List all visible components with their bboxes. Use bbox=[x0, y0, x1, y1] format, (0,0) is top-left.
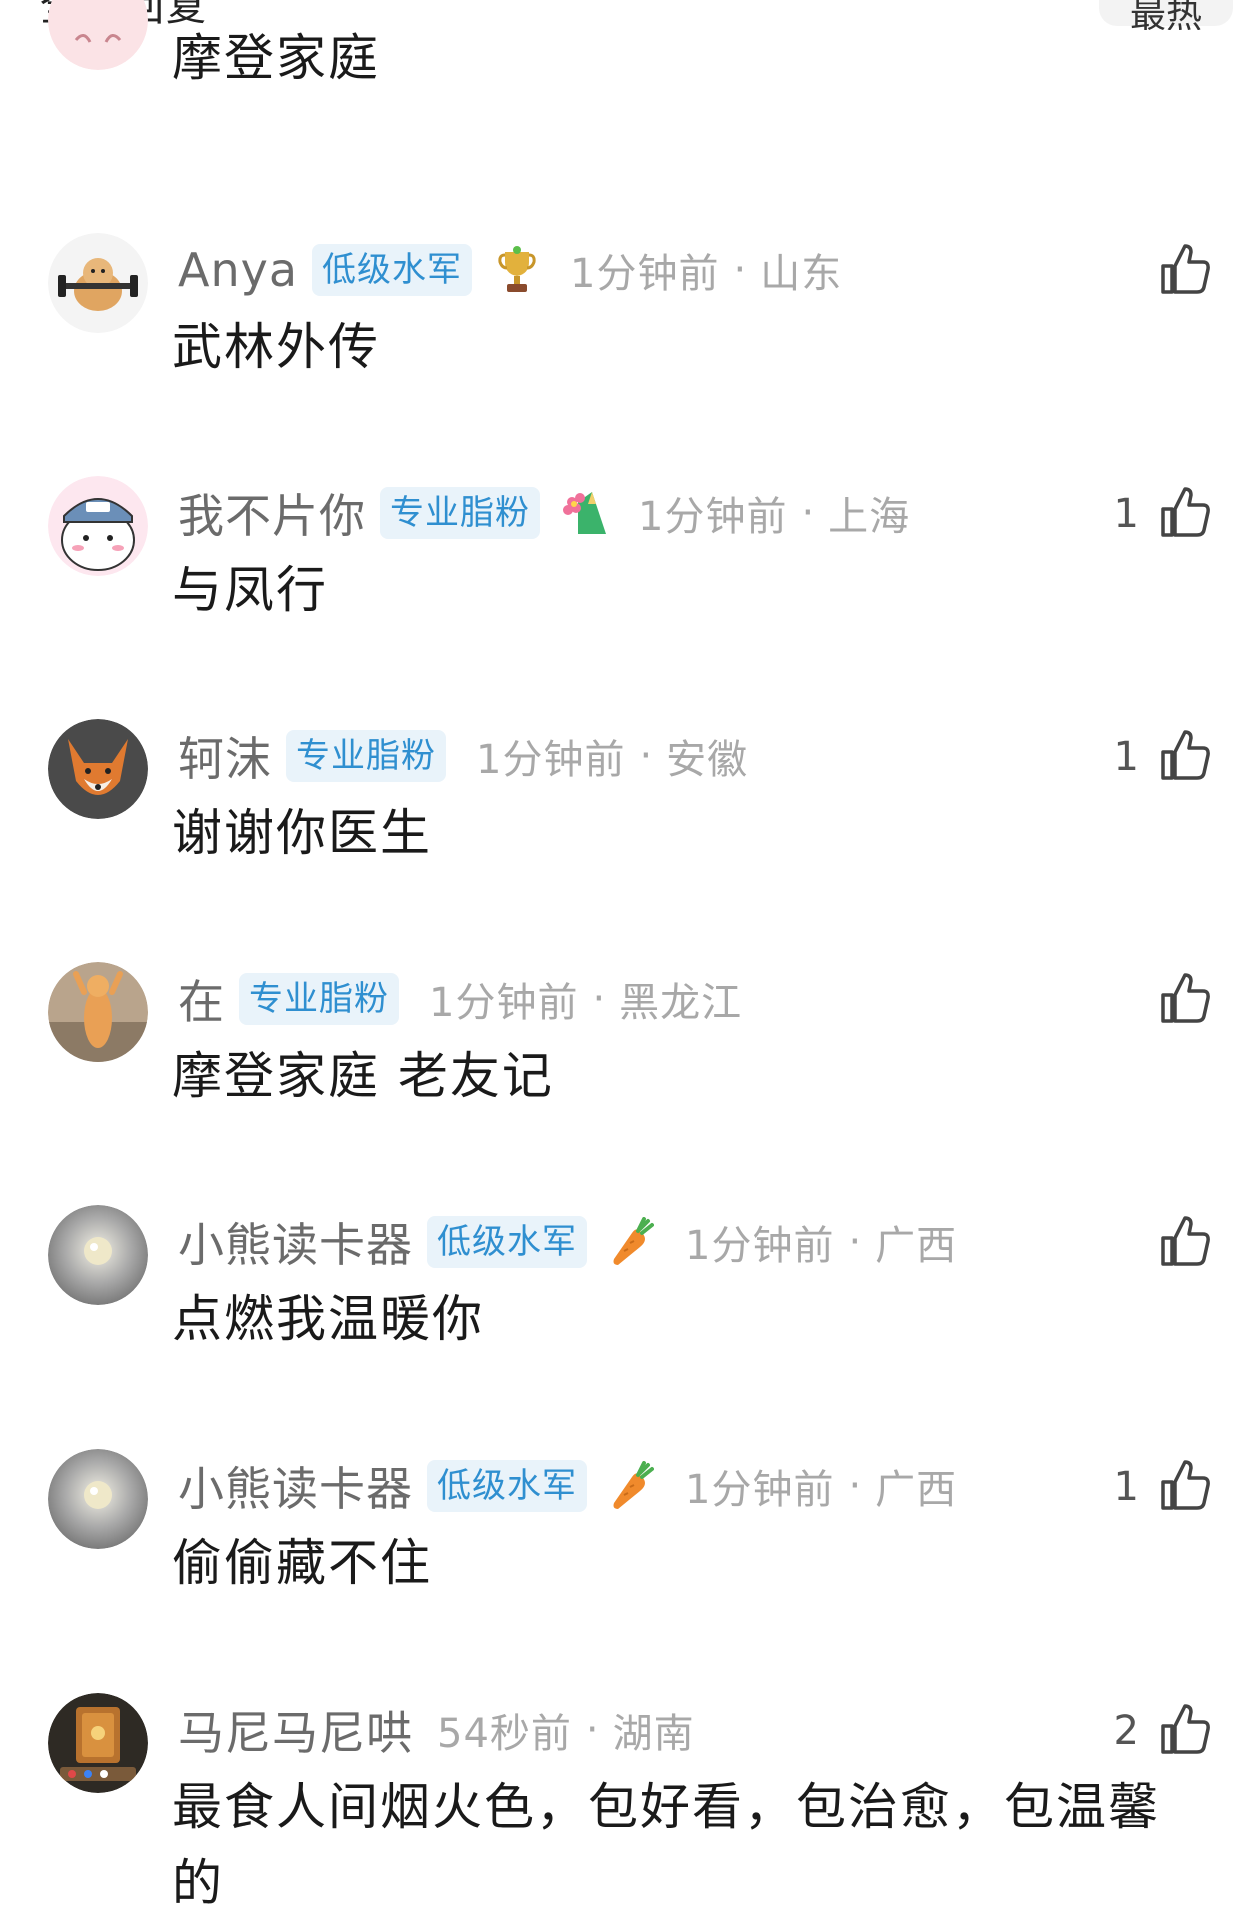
comment-content: 与凤行 bbox=[172, 561, 328, 619]
comment-item: 摩登家庭 bbox=[0, 0, 1259, 150]
location: 黑龙江 bbox=[619, 980, 743, 1026]
carrot-icon bbox=[609, 1460, 655, 1512]
user-badge: 专业脂粉 bbox=[286, 730, 446, 782]
comment-item: 我不片你 专业脂粉 1分钟前 · 上海 1 与凤行 bbox=[0, 476, 1259, 676]
comment-meta: 在 专业脂粉 1分钟前 · 黑龙江 bbox=[178, 968, 742, 1030]
thumbs-up-icon bbox=[1159, 728, 1211, 786]
avatar[interactable] bbox=[48, 0, 148, 70]
thumbs-up-icon bbox=[1159, 971, 1211, 1029]
username[interactable]: 小熊读卡器 bbox=[178, 1453, 413, 1519]
like-count: 2 bbox=[1113, 1708, 1139, 1754]
username[interactable]: 马尼马尼哄 bbox=[178, 1697, 413, 1763]
user-badge: 专业脂粉 bbox=[239, 973, 399, 1025]
comment-meta: 轲沫 专业脂粉 1分钟前 · 安徽 bbox=[178, 725, 748, 787]
carrot-icon bbox=[609, 1216, 655, 1268]
username[interactable]: 我不片你 bbox=[178, 480, 366, 546]
thumbs-up-icon bbox=[1159, 1458, 1211, 1516]
location: 山东 bbox=[760, 251, 843, 297]
thumbs-up-icon bbox=[1159, 485, 1211, 543]
thumbs-up-icon bbox=[1159, 1702, 1211, 1760]
comment-item: 小熊读卡器 低级水军 1分钟前 · 广西 点燃我温暖你 bbox=[0, 1205, 1259, 1405]
like-button[interactable] bbox=[1139, 1215, 1211, 1271]
avatar[interactable] bbox=[48, 1693, 148, 1793]
thumbs-up-icon bbox=[1159, 1214, 1211, 1272]
comment-item: 轲沫 专业脂粉 1分钟前 · 安徽 1 谢谢你医生 bbox=[0, 719, 1259, 919]
flower-pencil-icon bbox=[562, 487, 608, 539]
username[interactable]: 小熊读卡器 bbox=[178, 1209, 413, 1275]
username[interactable]: Anya bbox=[178, 243, 298, 297]
timestamp: 1分钟前 bbox=[638, 494, 788, 540]
avatar[interactable] bbox=[48, 719, 148, 819]
comment-item: 马尼马尼哄 54秒前 · 湖南 2 最食人间烟火色，包好看，包治愈，包温馨的 bbox=[0, 1693, 1259, 1930]
location: 安徽 bbox=[666, 737, 749, 783]
comment-content: 摩登家庭 老友记 bbox=[172, 1047, 554, 1105]
user-badge: 低级水军 bbox=[312, 244, 473, 296]
like-button[interactable]: 1 bbox=[1114, 729, 1211, 785]
avatar[interactable] bbox=[48, 476, 148, 576]
like-button[interactable] bbox=[1139, 243, 1211, 299]
comment-content: 最食人间烟火色，包好看，包治愈，包温馨的 bbox=[172, 1778, 1160, 1912]
comment-meta: Anya 低级水军 1分钟前 · 山东 bbox=[178, 243, 843, 297]
thumbs-up-icon bbox=[1159, 242, 1211, 300]
comment-meta: 小熊读卡器 低级水军 1分钟前 · 广西 bbox=[178, 1211, 957, 1273]
timestamp: 1分钟前 bbox=[429, 980, 579, 1026]
location: 湖南 bbox=[612, 1711, 695, 1757]
timestamp: 1分钟前 bbox=[685, 1223, 835, 1269]
like-count: 1 bbox=[1113, 491, 1139, 537]
location: 广西 bbox=[875, 1223, 958, 1269]
like-button[interactable]: 1 bbox=[1114, 1459, 1211, 1515]
avatar[interactable] bbox=[48, 962, 148, 1062]
comment-meta: 马尼马尼哄 54秒前 · 湖南 bbox=[178, 1699, 695, 1761]
location: 上海 bbox=[828, 494, 911, 540]
like-count: 1 bbox=[1113, 734, 1139, 780]
user-badge: 低级水军 bbox=[427, 1216, 587, 1268]
timestamp: 1分钟前 bbox=[570, 251, 720, 297]
trophy-icon bbox=[494, 244, 540, 296]
comment-content: 谢谢你医生 bbox=[172, 804, 432, 862]
timestamp: 1分钟前 bbox=[476, 737, 626, 783]
like-button[interactable] bbox=[1139, 972, 1211, 1028]
timestamp: 1分钟前 bbox=[685, 1467, 835, 1513]
comment-meta: 小熊读卡器 低级水军 1分钟前 · 广西 bbox=[178, 1455, 957, 1517]
comment-item: 在 专业脂粉 1分钟前 · 黑龙江 摩登家庭 老友记 bbox=[0, 962, 1259, 1162]
like-button[interactable]: 1 bbox=[1114, 486, 1211, 542]
location: 广西 bbox=[875, 1467, 958, 1513]
comment-item: Anya 低级水军 1分钟前 · 山东 武林外传 bbox=[0, 233, 1259, 433]
username[interactable]: 在 bbox=[178, 966, 225, 1032]
like-button[interactable]: 2 bbox=[1114, 1703, 1211, 1759]
timestamp: 54秒前 bbox=[437, 1711, 572, 1757]
user-badge: 专业脂粉 bbox=[380, 487, 540, 539]
comment-content: 摩登家庭 bbox=[172, 29, 380, 87]
comment-meta: 我不片你 专业脂粉 1分钟前 · 上海 bbox=[178, 482, 910, 544]
avatar[interactable] bbox=[48, 233, 148, 333]
avatar[interactable] bbox=[48, 1449, 148, 1549]
comment-item: 小熊读卡器 低级水军 1分钟前 · 广西 1 偷偷藏不住 bbox=[0, 1449, 1259, 1649]
comment-content: 点燃我温暖你 bbox=[172, 1290, 484, 1348]
avatar[interactable] bbox=[48, 1205, 148, 1305]
username[interactable]: 轲沫 bbox=[178, 723, 272, 789]
user-badge: 低级水军 bbox=[427, 1460, 587, 1512]
comment-content: 偷偷藏不住 bbox=[172, 1534, 432, 1592]
comment-content: 武林外传 bbox=[172, 318, 380, 376]
like-count: 1 bbox=[1113, 1464, 1139, 1510]
